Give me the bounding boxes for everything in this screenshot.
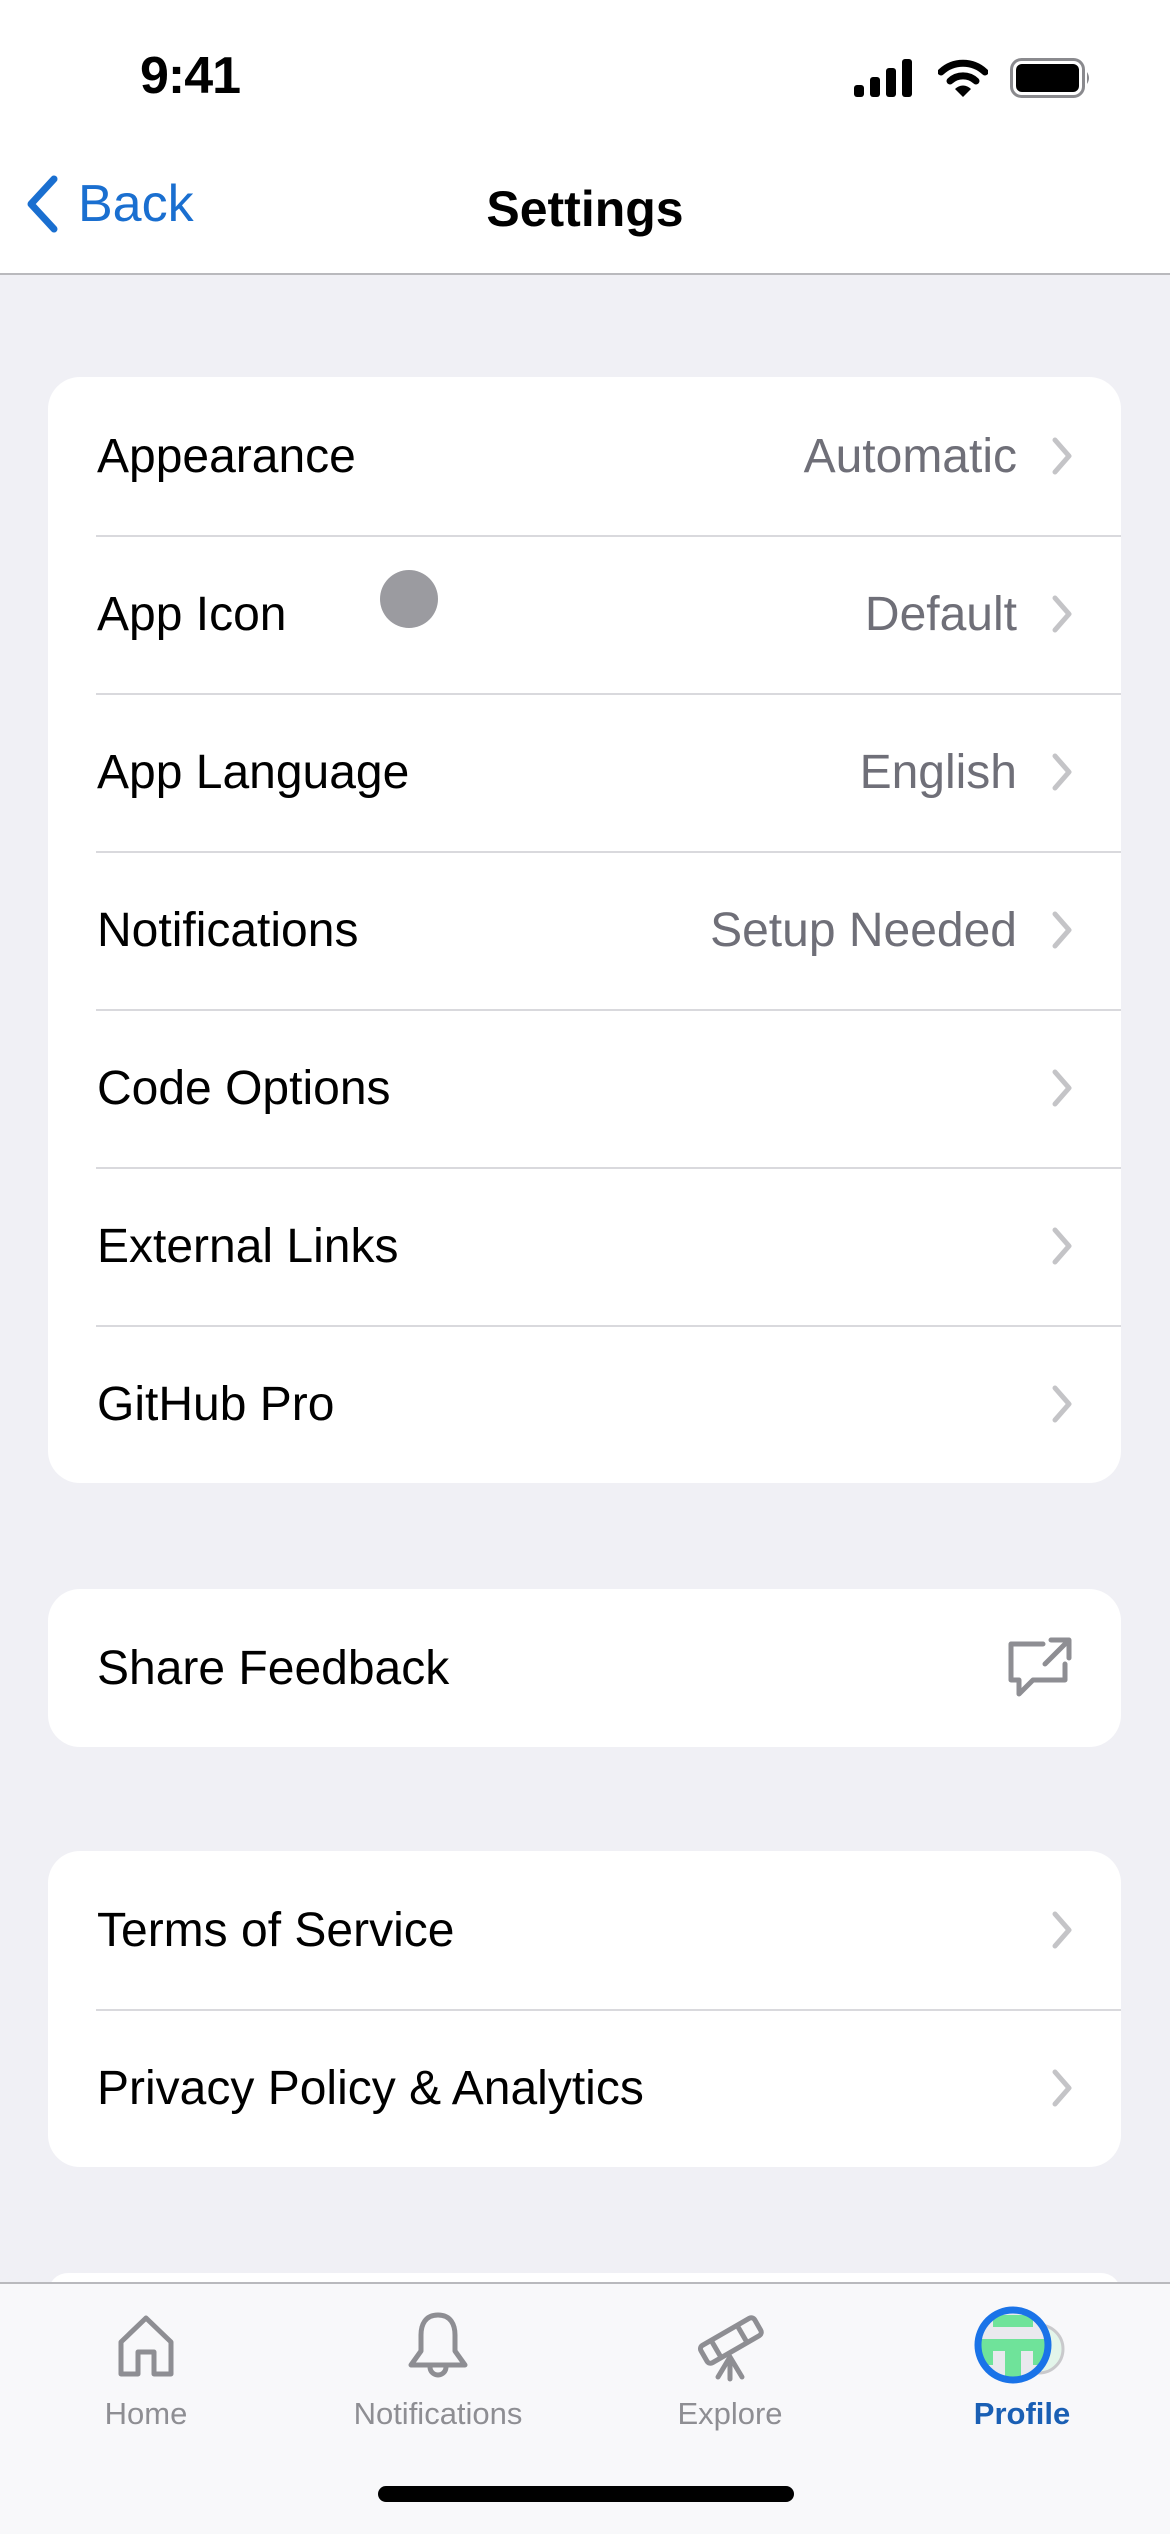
status-icons bbox=[854, 58, 1092, 98]
row-label: Privacy Policy & Analytics bbox=[97, 2061, 644, 2115]
tab-label: Profile bbox=[973, 2396, 1071, 2431]
tab-label: Notifications bbox=[353, 2396, 523, 2431]
row-value: Setup Needed bbox=[710, 903, 1017, 957]
chevron-right-icon bbox=[1052, 1385, 1072, 1423]
chevron-right-icon bbox=[1052, 1069, 1072, 1107]
avatar-icon bbox=[974, 2306, 1065, 2384]
home-indicator[interactable] bbox=[378, 2486, 794, 2502]
tab-notifications[interactable]: Notifications bbox=[292, 2302, 584, 2432]
row-label: Code Options bbox=[97, 1061, 391, 1115]
status-time: 9:41 bbox=[140, 47, 241, 105]
chevron-right-icon bbox=[1052, 911, 1072, 949]
row-label: GitHub Pro bbox=[97, 1377, 335, 1431]
settings-row-notifications[interactable]: Notifications Setup Needed bbox=[48, 851, 1121, 1009]
chevron-right-icon bbox=[1052, 1911, 1072, 1949]
tab-profile[interactable]: Profile bbox=[876, 2302, 1168, 2432]
chevron-right-icon bbox=[1052, 753, 1072, 791]
settings-row-terms-of-service[interactable]: Terms of Service bbox=[48, 1851, 1121, 2009]
touch-indicator bbox=[380, 570, 438, 628]
page-title: Settings bbox=[486, 181, 684, 237]
chevron-right-icon bbox=[1052, 595, 1072, 633]
chevron-right-icon bbox=[1052, 1227, 1072, 1265]
tab-label: Home bbox=[104, 2396, 188, 2431]
bell-icon bbox=[408, 2312, 468, 2378]
settings-row-share-feedback[interactable]: Share Feedback bbox=[48, 1589, 1121, 1747]
battery-icon bbox=[1010, 58, 1089, 98]
settings-row-code-options[interactable]: Code Options bbox=[48, 1009, 1121, 1167]
settings-row-app-language[interactable]: App Language English bbox=[48, 693, 1121, 851]
row-label: External Links bbox=[97, 1219, 399, 1273]
row-value: English bbox=[859, 745, 1017, 799]
cellular-signal-icon bbox=[854, 59, 912, 97]
wifi-icon bbox=[938, 59, 988, 97]
settings-row-appearance[interactable]: Appearance Automatic bbox=[48, 377, 1121, 535]
settings-section-general: Appearance Automatic App Icon Default Ap… bbox=[48, 377, 1121, 1483]
navigation-bar: Back Settings bbox=[0, 150, 1170, 275]
chevron-right-icon bbox=[1052, 437, 1072, 475]
settings-row-app-icon[interactable]: App Icon Default bbox=[48, 535, 1121, 693]
tab-explore[interactable]: Explore bbox=[584, 2302, 876, 2432]
settings-row-github-pro[interactable]: GitHub Pro bbox=[48, 1325, 1121, 1483]
row-value: Automatic bbox=[803, 429, 1017, 483]
row-label: App Language bbox=[97, 745, 410, 799]
tab-home[interactable]: Home bbox=[0, 2302, 292, 2432]
chevron-right-icon bbox=[1052, 2069, 1072, 2107]
row-value: Default bbox=[864, 587, 1017, 641]
row-label: Terms of Service bbox=[97, 1903, 455, 1957]
external-feedback-icon bbox=[1008, 1637, 1072, 1697]
status-bar: 9:41 bbox=[0, 0, 1170, 150]
row-label: Share Feedback bbox=[97, 1641, 450, 1695]
settings-row-privacy-policy[interactable]: Privacy Policy & Analytics bbox=[48, 2009, 1121, 2167]
settings-section-feedback: Share Feedback bbox=[48, 1589, 1121, 1747]
row-label: Appearance bbox=[97, 429, 356, 483]
row-label: Notifications bbox=[97, 903, 359, 957]
telescope-icon bbox=[697, 2315, 764, 2382]
settings-row-external-links[interactable]: External Links bbox=[48, 1167, 1121, 1325]
tab-label: Explore bbox=[677, 2396, 783, 2431]
home-icon bbox=[118, 2315, 174, 2377]
settings-section-legal: Terms of Service Privacy Policy & Analyt… bbox=[48, 1851, 1121, 2167]
row-label: App Icon bbox=[97, 587, 287, 641]
